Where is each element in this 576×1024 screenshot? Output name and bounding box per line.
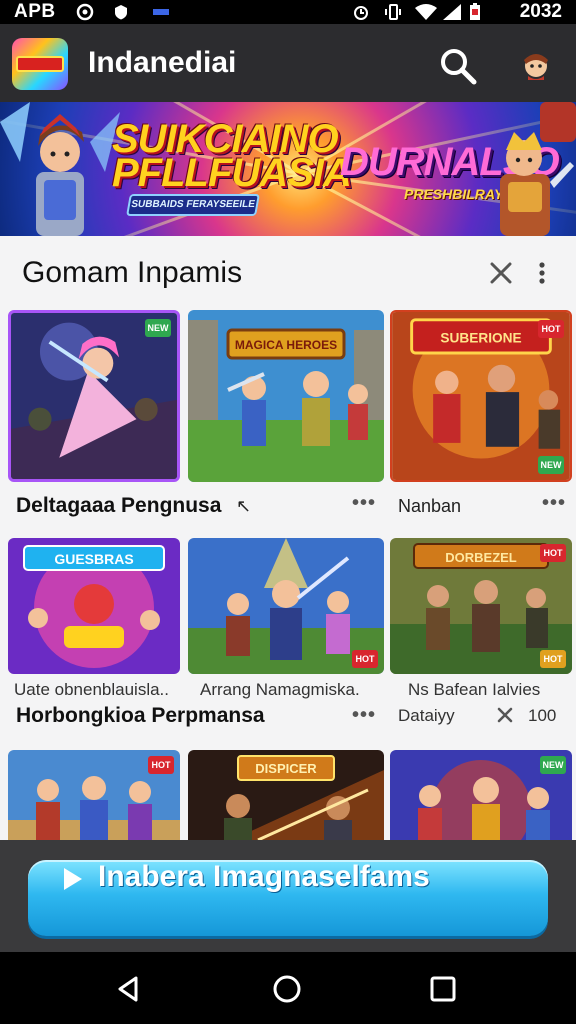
game-tile[interactable]: NEW xyxy=(390,750,572,840)
back-icon[interactable] xyxy=(114,974,144,1004)
bottom-action-area: Inabera Imagnaselfams xyxy=(0,840,576,952)
game-thumbnail: DISPICER xyxy=(188,750,384,840)
app-logo[interactable] xyxy=(12,38,68,90)
game-tile[interactable]: DORBEZEL HOT HOT xyxy=(390,538,572,674)
game-list-panel: Gomam Inpamis NEW MAGICA HEROES SUBERION… xyxy=(0,236,576,840)
close-icon[interactable] xyxy=(488,260,514,286)
status-bar: APB 2032 xyxy=(0,0,576,24)
close-icon[interactable] xyxy=(496,706,514,724)
game-tile[interactable]: GUESBRAS xyxy=(8,538,180,674)
game-tile[interactable]: HOT xyxy=(8,750,180,840)
more-horiz-icon[interactable]: ••• xyxy=(352,704,376,727)
game-title[interactable]: Horbongkioa Perpmansa xyxy=(16,704,265,728)
sync-icon xyxy=(76,3,94,21)
tile-art-title: SUBERIONE xyxy=(440,330,521,345)
hot-badge: HOT xyxy=(540,544,566,562)
more-horiz-icon[interactable]: ••• xyxy=(352,492,376,515)
warrior-character-illustration xyxy=(500,102,576,236)
alarm-icon xyxy=(354,6,368,20)
clock: 2032 xyxy=(519,1,562,22)
section-title: Gomam Inpamis xyxy=(22,256,243,289)
game-tile[interactable]: MAGICA HEROES xyxy=(188,310,384,482)
app-title: Indanediai xyxy=(88,46,237,79)
tile-art-title: GUESBRAS xyxy=(54,551,133,567)
banner-ribbon: SUBBAIDS FERAYSEEILE xyxy=(126,194,260,216)
battery-icon xyxy=(470,3,480,20)
game-caption: Uate obnenblauisla.. xyxy=(14,680,170,699)
new-badge: NEW xyxy=(145,319,171,337)
system-nav-bar xyxy=(0,952,576,1024)
vibrate-icon xyxy=(385,4,401,20)
play-icon xyxy=(64,868,82,890)
game-thumbnail: GUESBRAS xyxy=(8,538,180,674)
download-count: 100 xyxy=(528,706,557,725)
game-thumbnail: MAGICA HEROES xyxy=(188,310,384,482)
game-tile[interactable]: SUBERIONE HOT NEW xyxy=(390,310,572,482)
promo-banner[interactable]: SUIKCIAINO PFLLFUASIA SUBBAIDS FERAYSEEI… xyxy=(0,102,576,236)
new-badge: NEW xyxy=(538,456,564,474)
wifi-icon xyxy=(415,4,437,20)
tile-art-title: DISPICER xyxy=(255,761,317,776)
banner-headline: SUIKCIAINO PFLLFUASIA xyxy=(112,117,352,195)
tile-art-title: DORBEZEL xyxy=(445,550,517,565)
new-badge: NEW xyxy=(540,756,566,774)
game-thumbnail xyxy=(11,313,177,479)
cta-label: Inabera Imagnaselfams xyxy=(98,860,430,893)
game-caption: Ns Bafean Ialvies xyxy=(408,680,541,699)
game-tile[interactable]: HOT xyxy=(188,538,384,674)
app-bar: Indanediai xyxy=(0,24,576,102)
flag-icon xyxy=(153,9,169,15)
profile-avatar-icon[interactable] xyxy=(518,46,554,82)
carrier-label: APB xyxy=(14,1,56,22)
hot-badge: HOT xyxy=(540,650,566,668)
hot-badge: HOT xyxy=(538,320,564,338)
search-icon[interactable] xyxy=(438,46,478,86)
recents-icon[interactable] xyxy=(428,974,458,1004)
tile-art-title: MAGICA HEROES xyxy=(235,338,337,352)
more-vert-icon[interactable] xyxy=(534,260,550,286)
game-title[interactable]: Dataiyy xyxy=(398,706,455,726)
more-horiz-icon[interactable]: ••• xyxy=(542,492,566,515)
game-title[interactable]: Deltagaaa Pengnusa xyxy=(16,494,221,518)
shield-notification-icon xyxy=(115,5,127,20)
game-tile[interactable]: DISPICER xyxy=(188,750,384,840)
home-icon[interactable] xyxy=(272,974,302,1004)
hot-badge: HOT xyxy=(352,650,378,668)
game-caption: Arrang Namagmiska. xyxy=(200,680,360,699)
game-tile[interactable]: NEW xyxy=(8,310,180,482)
hot-badge: HOT xyxy=(148,756,174,774)
cursor-icon: ↖ xyxy=(236,496,252,516)
game-title[interactable]: Nanban xyxy=(398,496,461,517)
hero-character-illustration xyxy=(0,102,120,236)
signal-icon xyxy=(443,4,461,20)
